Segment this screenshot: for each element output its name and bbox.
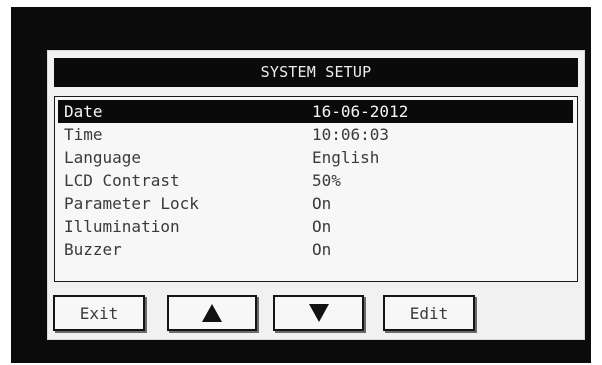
setting-value: 16-06-2012 bbox=[312, 102, 409, 121]
up-button[interactable] bbox=[167, 295, 257, 331]
setting-label: Language bbox=[64, 148, 142, 167]
setting-label: LCD Contrast bbox=[64, 171, 180, 190]
setting-row-illumination[interactable]: Illumination On bbox=[58, 215, 573, 238]
edit-button-label: Edit bbox=[409, 303, 449, 323]
setting-value: On bbox=[312, 240, 332, 259]
device-bezel: SYSTEM SETUP Date 16-06-2012 Time 10:06:… bbox=[11, 7, 591, 363]
exit-button-label: Exit bbox=[79, 303, 119, 323]
arrow-down-icon bbox=[308, 304, 329, 322]
setting-label: Illumination bbox=[64, 217, 180, 236]
setting-label: Buzzer bbox=[64, 240, 122, 259]
setting-value: English bbox=[312, 148, 380, 167]
arrow-up-icon bbox=[202, 304, 222, 322]
setting-row-language[interactable]: Language English bbox=[58, 146, 573, 169]
setting-row-time[interactable]: Time 10:06:03 bbox=[58, 123, 573, 146]
setting-row-parameter-lock[interactable]: Parameter Lock On bbox=[58, 192, 573, 215]
settings-list: Date 16-06-2012 Time 10:06:03 Language E… bbox=[54, 96, 578, 282]
lcd-screen: SYSTEM SETUP Date 16-06-2012 Time 10:06:… bbox=[47, 50, 585, 340]
setting-label: Time bbox=[64, 125, 103, 144]
setting-value: On bbox=[312, 217, 332, 236]
down-button[interactable] bbox=[273, 295, 364, 331]
screen-title: SYSTEM SETUP bbox=[54, 58, 578, 87]
setting-label: Date bbox=[64, 102, 103, 121]
setting-row-lcd-contrast[interactable]: LCD Contrast 50% bbox=[58, 169, 573, 192]
setting-value: On bbox=[312, 194, 332, 213]
setting-value: 10:06:03 bbox=[312, 125, 390, 144]
edit-button[interactable]: Edit bbox=[383, 295, 475, 331]
setting-row-date[interactable]: Date 16-06-2012 bbox=[58, 100, 573, 123]
setting-value: 50% bbox=[312, 171, 341, 190]
setting-row-buzzer[interactable]: Buzzer On bbox=[58, 238, 573, 261]
setting-label: Parameter Lock bbox=[64, 194, 199, 213]
exit-button[interactable]: Exit bbox=[53, 295, 145, 331]
